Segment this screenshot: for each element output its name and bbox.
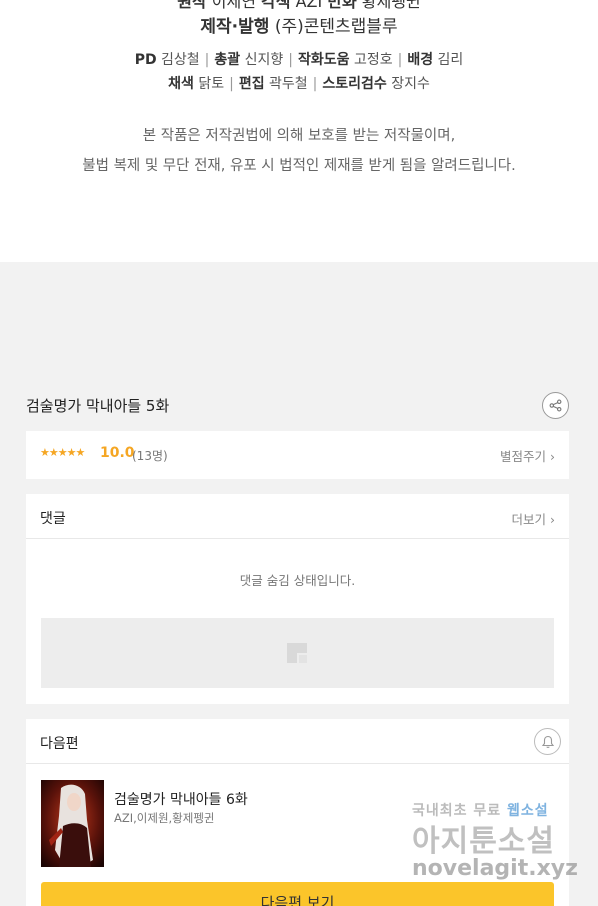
staff-role: 편집	[238, 76, 265, 92]
original-label: 원작	[177, 0, 207, 11]
separator: |	[288, 52, 293, 68]
separator: |	[397, 52, 403, 68]
rating-card: ★★★★★ 10.0 (13명) 별점주기 ›	[26, 431, 569, 479]
staff-role: 채색	[168, 76, 194, 92]
art-name: 황제펭귄	[356, 0, 421, 11]
notification-button[interactable]	[534, 728, 561, 755]
copyright-notice-line-1: 본 작품은 저작권법에 의해 보호를 받는 저작물이며,	[142, 128, 456, 144]
chevron-right-icon: ›	[550, 512, 555, 527]
watermark-url: novelagit.xyz	[412, 856, 578, 881]
producer-name: (주)콘텐츠랩블루	[269, 17, 398, 37]
rate-label: 별점주기	[500, 449, 547, 464]
next-episode-authors: AZI,이제원,황제펭귄	[114, 811, 215, 825]
separator: |	[312, 76, 318, 92]
rating-score: 10.0	[100, 445, 135, 461]
staff-name: 곽두철	[269, 76, 308, 92]
staff-name: 김리	[437, 52, 464, 68]
adapt-name: AZI	[290, 0, 328, 11]
staff-name: 장지수	[391, 76, 430, 92]
staff-line-1: PD 김상철 | 총괄 신지향 | 작화도움 고정호 | 배경 김리	[0, 49, 598, 69]
comment-title: 댓글	[40, 511, 66, 527]
thumbnail-art	[41, 780, 104, 867]
next-episode-header: 다음편	[26, 719, 569, 764]
original-name: 이세연	[206, 0, 262, 11]
staff-name: 닭토	[198, 76, 225, 92]
copyright-notice-line-2: 불법 복제 및 무단 전재, 유포 시 법적인 제재를 받게 됨을 알려드립니다…	[82, 158, 516, 174]
staff-name: 신지향	[244, 52, 284, 68]
staff-line-2: 채색 닭토 | 편집 곽두철 | 스토리검수 장지수	[0, 73, 598, 93]
rating-stars: ★★★★★	[40, 446, 85, 459]
next-episode-title[interactable]: 검술명가 막내아들 6화	[114, 789, 248, 809]
staff-role: 작화도움	[297, 52, 350, 68]
comment-header: 댓글 더보기 ›	[26, 494, 569, 539]
comments-hidden-message: 댓글 숨김 상태입니다.	[239, 573, 356, 588]
ad-placeholder	[41, 618, 554, 688]
staff-role: 스토리검수	[322, 76, 387, 92]
staff-name: 고정호	[353, 52, 393, 68]
credits-section: 원작 이세연 각색 AZI 만화 황제펭귄 제작·발행 (주)콘텐츠랩블루 PD…	[0, 0, 598, 262]
staff-role: 배경	[407, 52, 434, 68]
watermark-logo-text: 아지툰소설	[412, 824, 555, 859]
adapt-label: 각색	[261, 0, 291, 11]
art-label: 만화	[327, 0, 357, 11]
image-placeholder-icon	[287, 643, 307, 663]
producer-credit: 제작·발행 (주)콘텐츠랩블루	[0, 12, 598, 37]
rate-button[interactable]: 별점주기 ›	[500, 446, 555, 465]
original-credits: 원작 이세연 각색 AZI 만화 황제펭귄	[0, 0, 598, 12]
producer-label: 제작·발행	[200, 17, 270, 37]
share-button[interactable]	[542, 392, 569, 419]
site-watermark: 국내최초 무료 웹소설 아지툰소설 novelagit.xyz	[412, 800, 582, 890]
next-episode-section-title: 다음편	[40, 736, 79, 752]
more-label: 더보기	[511, 512, 547, 527]
share-icon	[549, 399, 562, 412]
rating-count: (13명)	[132, 449, 168, 463]
more-comments-link[interactable]: 더보기 ›	[512, 509, 556, 528]
next-episode-thumbnail[interactable]	[41, 780, 104, 867]
chevron-right-icon: ›	[550, 449, 555, 464]
staff-role: 총괄	[214, 52, 241, 68]
separator: |	[229, 76, 234, 92]
staff-role: PD	[134, 52, 157, 68]
episode-title: 검술명가 막내아들 5화	[26, 397, 170, 415]
separator: |	[204, 52, 210, 68]
staff-name: 김상철	[161, 52, 200, 68]
comment-card: 댓글 더보기 › 댓글 숨김 상태입니다.	[26, 494, 569, 704]
bell-icon	[541, 735, 554, 748]
